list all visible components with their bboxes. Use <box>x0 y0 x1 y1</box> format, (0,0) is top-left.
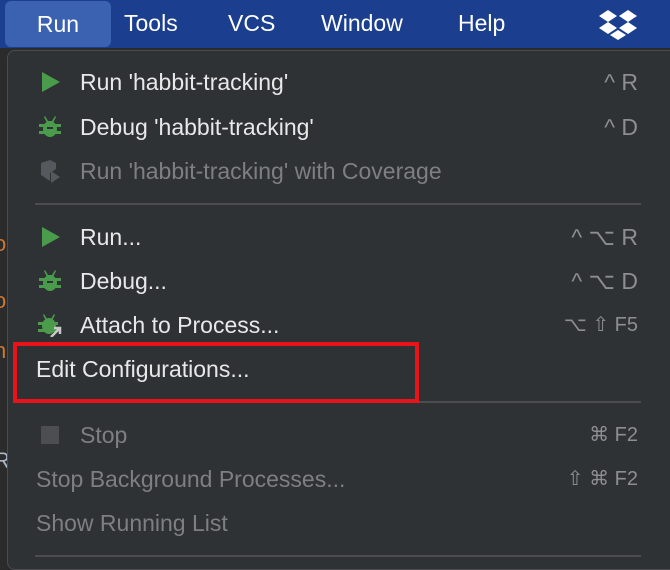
item-shortcut: ^ D <box>604 114 638 140</box>
dropbox-icon[interactable] <box>598 9 638 41</box>
menu-window[interactable]: Window <box>309 0 415 48</box>
menu-item-run[interactable]: Run... ^ ⌥ R <box>8 215 658 259</box>
separator <box>35 555 641 557</box>
menu-item-show-running-list[interactable]: Show Running List <box>8 501 658 545</box>
item-label: Attach to Process... <box>80 312 280 338</box>
editor-glyph: o <box>0 288 7 313</box>
bug-icon <box>39 116 61 137</box>
stop-icon <box>41 426 59 444</box>
item-label: Run 'habbit-tracking' with Coverage <box>80 158 442 184</box>
attach-bug-icon <box>38 314 62 337</box>
item-label: Debug... <box>80 268 167 294</box>
item-label: Run... <box>80 224 142 250</box>
item-shortcut: ⇧ ⌘ F2 <box>566 468 638 490</box>
item-shortcut: ^ R <box>604 69 638 95</box>
menu-item-run-coverage[interactable]: Run 'habbit-tracking' with Coverage <box>8 149 658 193</box>
separator <box>35 203 641 205</box>
item-label: Stop Background Processes... <box>36 466 346 492</box>
item-label: Debug 'habbit-tracking' <box>80 114 314 140</box>
item-label: Stop <box>80 422 128 448</box>
item-label: Run 'habbit-tracking' <box>80 69 289 95</box>
menu-vcs[interactable]: VCS <box>216 0 287 48</box>
editor-background: o o n R <box>0 48 10 558</box>
menu-run[interactable]: Run <box>5 1 111 47</box>
menu-item-attach-process[interactable]: Attach to Process... ⌥ ⇧ F5 <box>8 303 658 347</box>
play-icon <box>42 227 60 247</box>
coverage-icon <box>41 160 60 183</box>
menu-tools[interactable]: Tools <box>112 0 190 48</box>
menu-item-stop-background[interactable]: Stop Background Processes... ⇧ ⌘ F2 <box>8 457 658 501</box>
item-shortcut: ^ ⌥ D <box>571 268 638 294</box>
menu-item-debug-config[interactable]: Debug 'habbit-tracking' ^ D <box>8 105 658 149</box>
item-shortcut: ^ ⌥ R <box>571 224 638 250</box>
bug-icon <box>39 270 61 291</box>
menu-help[interactable]: Help <box>446 0 517 48</box>
editor-glyph: o <box>0 231 7 256</box>
item-shortcut: ⌥ ⇧ F5 <box>563 314 638 336</box>
highlight-box <box>13 342 419 403</box>
item-shortcut: ⌘ F2 <box>589 424 638 446</box>
menu-item-stop[interactable]: Stop ⌘ F2 <box>8 413 658 457</box>
editor-glyph: n <box>0 338 7 363</box>
menu-bar: Run Tools VCS Window Help <box>0 0 670 48</box>
run-dropdown-menu: Run 'habbit-tracking' ^ R Debug 'habbit-… <box>7 50 670 570</box>
menu-item-debug[interactable]: Debug... ^ ⌥ D <box>8 259 658 303</box>
play-icon <box>42 72 60 92</box>
item-label: Show Running List <box>36 510 228 536</box>
menu-item-run-config[interactable]: Run 'habbit-tracking' ^ R <box>8 60 658 104</box>
